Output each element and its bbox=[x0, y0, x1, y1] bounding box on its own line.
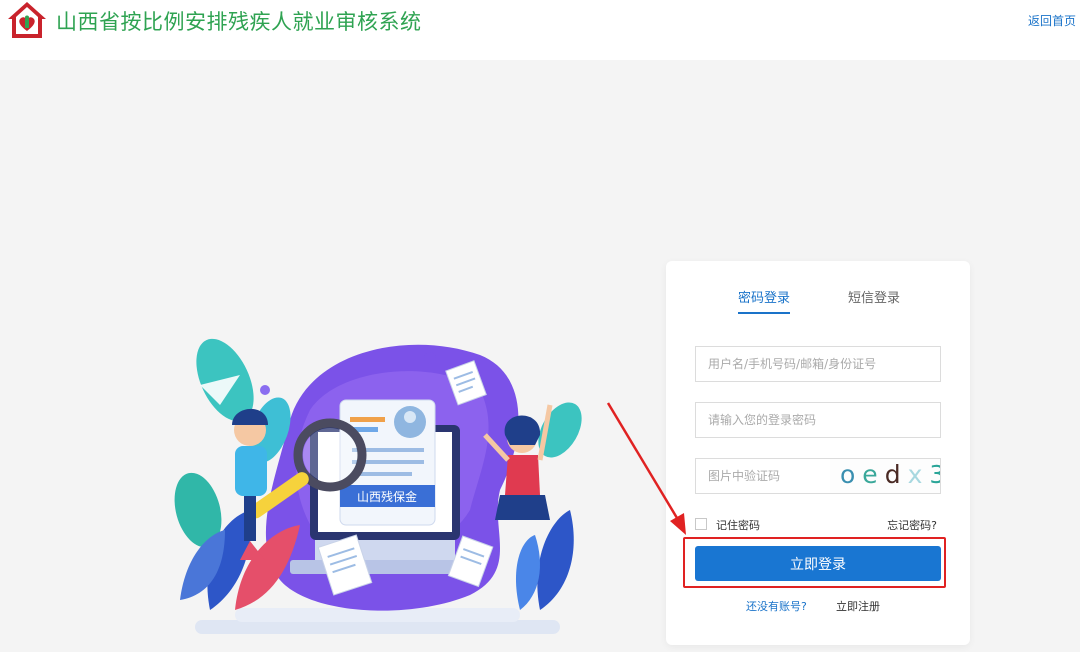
login-button[interactable]: 立即登录 bbox=[695, 546, 941, 581]
captcha-input[interactable] bbox=[695, 458, 831, 494]
home-link[interactable]: 返回首页 bbox=[1028, 12, 1076, 29]
captcha-char: 3 bbox=[929, 460, 940, 489]
remember-password-checkbox[interactable] bbox=[695, 518, 707, 530]
top-header: 山西省按比例安排残疾人就业审核系统 返回首页 bbox=[0, 0, 1080, 60]
captcha-text: oedx3 bbox=[840, 460, 940, 489]
tab-password-login[interactable]: 密码登录 bbox=[738, 287, 791, 314]
username-input[interactable] bbox=[695, 346, 941, 382]
site-title: 山西省按比例安排残疾人就业审核系统 bbox=[56, 10, 422, 34]
captcha-char: x bbox=[907, 460, 930, 489]
no-account-text: 还没有账号? bbox=[746, 600, 807, 613]
password-input[interactable] bbox=[695, 402, 941, 438]
login-card: 密码登录 短信登录 oedx3 记住密码 忘记密码? 立即登录 还没有账号? 立… bbox=[666, 261, 970, 645]
hero-illustration: 山西残保金 bbox=[174, 338, 582, 634]
captcha-char: d bbox=[884, 460, 908, 489]
tab-sms-login[interactable]: 短信登录 bbox=[848, 287, 900, 312]
register-row: 还没有账号? 立即注册 bbox=[666, 598, 970, 614]
captcha-char: o bbox=[840, 460, 863, 489]
remember-password-label: 记住密码 bbox=[716, 519, 760, 532]
login-tabs: 密码登录 短信登录 bbox=[666, 287, 970, 317]
remember-row: 记住密码 忘记密码? bbox=[695, 517, 941, 533]
forgot-password-link[interactable]: 忘记密码? bbox=[887, 517, 937, 533]
captcha-char: e bbox=[862, 460, 885, 489]
register-link[interactable]: 立即注册 bbox=[836, 598, 880, 614]
house-heart-logo-icon[interactable] bbox=[6, 0, 48, 40]
illustration-banner-text: 山西残保金 bbox=[357, 489, 417, 504]
captcha-image[interactable]: oedx3 bbox=[830, 458, 941, 494]
